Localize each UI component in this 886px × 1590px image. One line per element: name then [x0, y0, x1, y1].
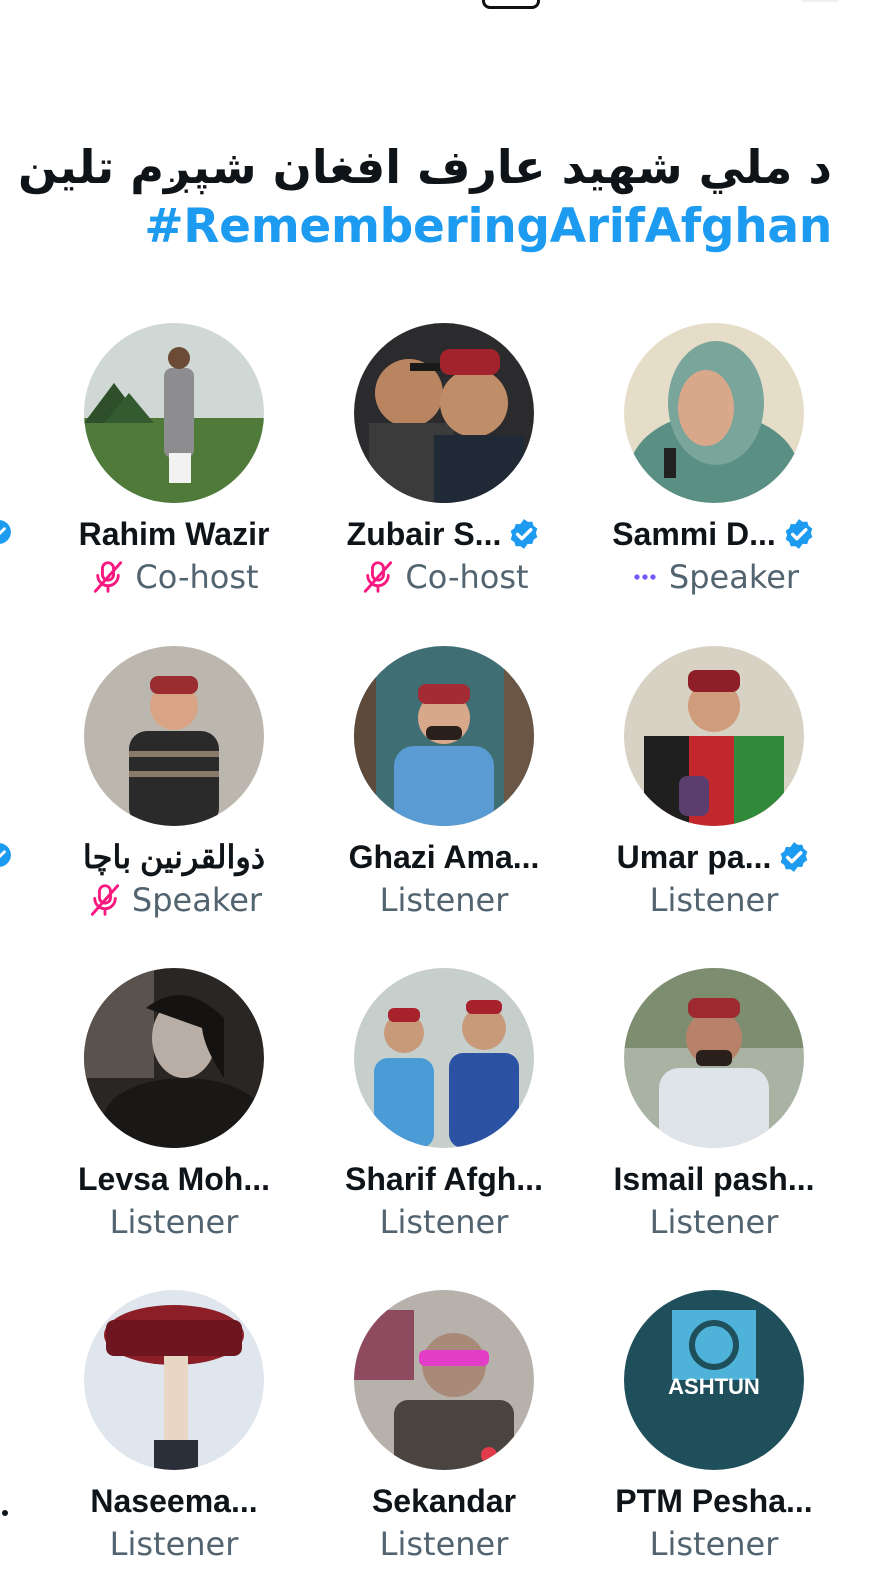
verified-badge-icon: [781, 842, 808, 872]
participant-card[interactable]: Ismail pash... Listener: [580, 968, 840, 1268]
participant-card[interactable]: Sammi D... Speaker: [580, 323, 840, 623]
participant-role-row: Listener: [40, 1522, 308, 1566]
participant-name-row: Sammi D...: [580, 511, 848, 557]
participant-name-row: Naseema...: [40, 1478, 308, 1524]
avatar[interactable]: [354, 968, 534, 1148]
participant-name-row: Sharif Afgh...: [310, 1156, 578, 1202]
participant-role-row: Listener: [310, 1200, 578, 1244]
participant-role-row: Listener: [40, 1200, 308, 1244]
avatar[interactable]: [354, 323, 534, 503]
participant-card[interactable]: ذوالقرنين باچا Speaker: [40, 646, 300, 946]
participant-name: Sharif Afgh...: [345, 1160, 543, 1197]
participant-name: Levsa Moh...: [77, 1160, 271, 1197]
participant-role: Co-host: [135, 558, 259, 596]
participant-role: Listener: [379, 1525, 509, 1563]
participant-role: Listener: [649, 1525, 779, 1563]
participant-name-row: Rahim Wazir: [40, 511, 308, 557]
svg-text:ASHTUN: ASHTUN: [668, 1374, 760, 1399]
participant-name-row: PTM Pesha...: [580, 1478, 848, 1524]
participant-card[interactable]: Levsa Moh... Listener: [40, 968, 300, 1268]
participant-grid: Rahim Wazir Co-host Zubair S... Co-host Samm…: [0, 0, 886, 1576]
participant-role: Speaker: [668, 558, 800, 596]
participant-role-row: Listener: [580, 878, 848, 922]
avatar[interactable]: [84, 968, 264, 1148]
participant-role: Listener: [649, 1203, 779, 1241]
participant-name: Sekandar: [371, 1482, 517, 1519]
participant-name-row: Umar pa...: [580, 834, 848, 880]
avatar[interactable]: [624, 323, 804, 503]
participant-name: Naseema...: [90, 1482, 258, 1519]
participant-card[interactable]: Naseema... Listener: [40, 1290, 300, 1590]
participant-role-row: Listener: [310, 878, 578, 922]
avatar[interactable]: [624, 646, 804, 826]
participant-role-row: Listener: [310, 1522, 578, 1566]
avatar[interactable]: ASHTUN: [624, 1290, 804, 1470]
mic-muted-icon: [364, 561, 393, 593]
avatar[interactable]: [84, 323, 264, 503]
participant-role-row: Speaker: [40, 878, 308, 922]
participant-role: Listener: [649, 881, 779, 919]
participant-card[interactable]: Ghazi Ama... Listener: [310, 646, 570, 946]
mic-muted-icon: [90, 884, 120, 916]
participant-role-row: Listener: [580, 1200, 848, 1244]
speaking-dots-icon: [634, 574, 656, 580]
participant-role-row: Listener: [580, 1522, 848, 1566]
mic-muted-icon: [94, 561, 123, 593]
participant-role-row: Speaker: [580, 555, 848, 599]
participant-name: Umar pa...: [616, 838, 772, 875]
avatar[interactable]: [84, 646, 264, 826]
avatar[interactable]: [354, 1290, 534, 1470]
participant-role: Listener: [379, 881, 509, 919]
participant-card[interactable]: Sekandar Listener: [310, 1290, 570, 1590]
participant-name-row: Ghazi Ama...: [310, 834, 578, 880]
participant-name: ذوالقرنين باچا: [82, 839, 266, 875]
participant-card[interactable]: ASHTUN PTM Pesha... Listener: [580, 1290, 840, 1590]
participant-name-row: Zubair S...: [310, 511, 578, 557]
participant-card[interactable]: Sharif Afgh... Listener: [310, 968, 570, 1268]
participant-name-row: Sekandar: [310, 1478, 578, 1524]
participant-role: Listener: [109, 1525, 239, 1563]
participant-name-row: Levsa Moh...: [40, 1156, 308, 1202]
verified-badge-icon: [785, 519, 813, 549]
participant-card[interactable]: Umar pa... Listener: [580, 646, 840, 946]
avatar[interactable]: [84, 1290, 264, 1470]
participant-role: Listener: [379, 1203, 509, 1241]
participant-role-row: Co-host: [310, 555, 578, 599]
participant-role: Co-host: [405, 558, 529, 596]
avatar[interactable]: [624, 968, 804, 1148]
participant-name: Sammi D...: [612, 515, 776, 552]
participant-card[interactable]: Zubair S... Co-host: [310, 323, 570, 623]
participant-name-row: ذوالقرنين باچا: [40, 834, 308, 880]
participant-name: PTM Pesha...: [615, 1482, 813, 1519]
participant-name: Rahim Wazir: [78, 515, 270, 552]
participant-name: Ghazi Ama...: [348, 838, 540, 875]
participant-card[interactable]: Rahim Wazir Co-host: [40, 323, 300, 623]
avatar[interactable]: [354, 646, 534, 826]
verified-badge-icon: [511, 519, 538, 549]
participant-role: Speaker: [131, 881, 263, 919]
participant-role-row: Co-host: [40, 555, 308, 599]
participant-role: Listener: [109, 1203, 239, 1241]
participant-name: Ismail pash...: [613, 1160, 815, 1197]
participant-name: Zubair S...: [346, 515, 502, 552]
participant-name-row: Ismail pash...: [580, 1156, 848, 1202]
